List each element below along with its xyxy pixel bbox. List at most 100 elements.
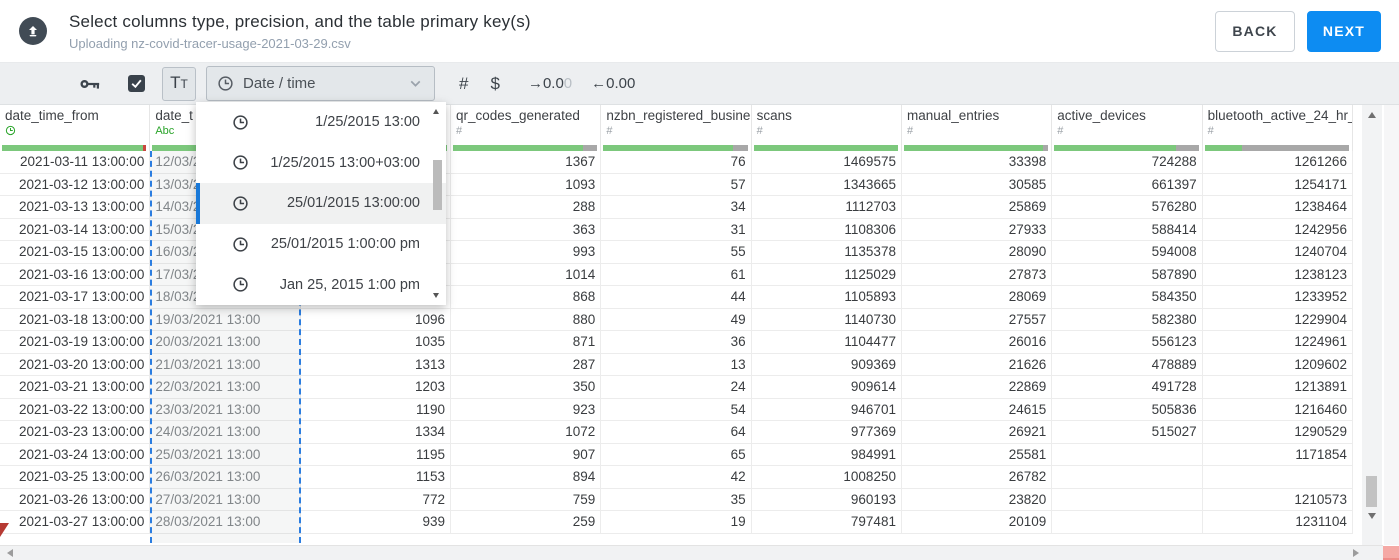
increase-precision-button[interactable]: →0.00 <box>528 75 572 92</box>
cell-nzbn_registered_busine[interactable]: 54 <box>601 398 752 420</box>
cell-date_time_from[interactable]: 2021-03-25 13:00:00 <box>0 466 151 488</box>
cell-date_time_from[interactable]: 2021-03-19 13:00:00 <box>0 331 151 353</box>
cell-bluetooth_active_24_hr_[interactable]: 1254171 <box>1203 173 1353 195</box>
cell-col2[interactable]: 772 <box>301 488 451 510</box>
column-header-date_time_from[interactable]: date_time_from <box>0 105 151 151</box>
cell-bluetooth_active_24_hr_[interactable] <box>1203 466 1353 488</box>
dropdown-scroll-up-icon[interactable] <box>433 109 439 114</box>
cell-active_devices[interactable]: 576280 <box>1052 196 1203 218</box>
scroll-up-arrow-icon[interactable] <box>1368 112 1376 118</box>
cell-date_time_from[interactable]: 2021-03-24 13:00:00 <box>0 443 151 465</box>
cell-nzbn_registered_busine[interactable]: 44 <box>601 286 752 308</box>
cell-date_t[interactable]: 20/03/2021 13:00 <box>150 331 301 353</box>
cell-manual_entries[interactable]: 25869 <box>902 196 1053 218</box>
cell-active_devices[interactable]: 582380 <box>1052 308 1203 330</box>
cell-col2[interactable]: 1313 <box>301 353 451 375</box>
column-header-scans[interactable]: scans # <box>752 105 902 151</box>
cell-active_devices[interactable] <box>1052 466 1203 488</box>
cell-bluetooth_active_24_hr_[interactable]: 1290529 <box>1203 421 1353 443</box>
cell-nzbn_registered_busine[interactable]: 24 <box>601 376 752 398</box>
cell-date_time_from[interactable]: 2021-03-12 13:00:00 <box>0 173 151 195</box>
cell-col2[interactable]: 1195 <box>301 443 451 465</box>
vertical-scrollbar[interactable] <box>1362 105 1382 545</box>
cell-manual_entries[interactable]: 27933 <box>902 218 1053 240</box>
dropdown-scroll-down-icon[interactable] <box>433 293 439 298</box>
cell-manual_entries[interactable]: 30585 <box>902 173 1053 195</box>
cell-scans[interactable]: 960193 <box>752 488 902 510</box>
cell-qr_codes_generated[interactable]: 868 <box>451 286 602 308</box>
cell-date_time_from[interactable]: 2021-03-18 13:00:00 <box>0 308 151 330</box>
cell-date_t[interactable]: 26/03/2021 13:00 <box>150 466 301 488</box>
column-header-manual_entries[interactable]: manual_entries # <box>902 105 1053 151</box>
cell-manual_entries[interactable]: 27873 <box>902 263 1053 285</box>
primary-key-icon[interactable] <box>79 73 101 95</box>
cell-active_devices[interactable]: 661397 <box>1052 173 1203 195</box>
cell-manual_entries[interactable]: 26016 <box>902 331 1053 353</box>
cell-qr_codes_generated[interactable]: 1093 <box>451 173 602 195</box>
cell-date_time_from[interactable]: 2021-03-14 13:00:00 <box>0 218 151 240</box>
cell-qr_codes_generated[interactable]: 993 <box>451 241 602 263</box>
format-option[interactable]: Jan 25, 2015 1:00 pm <box>196 264 446 305</box>
cell-manual_entries[interactable]: 28069 <box>902 286 1053 308</box>
cell-scans[interactable]: 1008250 <box>752 466 902 488</box>
scroll-down-arrow-icon[interactable] <box>1368 513 1376 519</box>
horizontal-scrollbar[interactable] <box>0 545 1383 560</box>
cell-col2[interactable]: 1190 <box>301 398 451 420</box>
cell-nzbn_registered_busine[interactable]: 34 <box>601 196 752 218</box>
cell-date_time_from[interactable]: 2021-03-26 13:00:00 <box>0 488 151 510</box>
cell-active_devices[interactable]: 505836 <box>1052 398 1203 420</box>
cell-bluetooth_active_24_hr_[interactable]: 1213891 <box>1203 376 1353 398</box>
cell-qr_codes_generated[interactable]: 880 <box>451 308 602 330</box>
cell-date_time_from[interactable]: 2021-03-22 13:00:00 <box>0 398 151 420</box>
cell-qr_codes_generated[interactable]: 894 <box>451 466 602 488</box>
text-type-button[interactable]: TT <box>162 66 196 101</box>
cell-date_time_from[interactable]: 2021-03-13 13:00:00 <box>0 196 151 218</box>
boolean-type-checkbox[interactable] <box>128 75 145 92</box>
cell-active_devices[interactable]: 478889 <box>1052 353 1203 375</box>
cell-date_time_from[interactable]: 2021-03-20 13:00:00 <box>0 353 151 375</box>
cell-bluetooth_active_24_hr_[interactable]: 1171854 <box>1203 443 1353 465</box>
cell-scans[interactable]: 909369 <box>752 353 902 375</box>
cell-date_t[interactable]: 23/03/2021 13:00 <box>150 398 301 420</box>
cell-manual_entries[interactable]: 22869 <box>902 376 1053 398</box>
cell-scans[interactable]: 1140730 <box>752 308 902 330</box>
cell-date_t[interactable]: 22/03/2021 13:00 <box>150 376 301 398</box>
cell-bluetooth_active_24_hr_[interactable]: 1209602 <box>1203 353 1353 375</box>
cell-scans[interactable]: 797481 <box>752 511 902 533</box>
cell-nzbn_registered_busine[interactable]: 42 <box>601 466 752 488</box>
cell-scans[interactable]: 1469575 <box>752 151 902 173</box>
cell-bluetooth_active_24_hr_[interactable]: 1229904 <box>1203 308 1353 330</box>
cell-active_devices[interactable]: 556123 <box>1052 331 1203 353</box>
cell-qr_codes_generated[interactable]: 288 <box>451 196 602 218</box>
cell-active_devices[interactable]: 594008 <box>1052 241 1203 263</box>
cell-qr_codes_generated[interactable]: 1014 <box>451 263 602 285</box>
cell-nzbn_registered_busine[interactable]: 76 <box>601 151 752 173</box>
cell-nzbn_registered_busine[interactable]: 65 <box>601 443 752 465</box>
cell-nzbn_registered_busine[interactable]: 19 <box>601 511 752 533</box>
cell-scans[interactable]: 1112703 <box>752 196 902 218</box>
format-option[interactable]: 1/25/2015 13:00+03:00 <box>196 143 446 184</box>
cell-date_time_from[interactable]: 2021-03-23 13:00:00 <box>0 421 151 443</box>
cell-active_devices[interactable]: 491728 <box>1052 376 1203 398</box>
scroll-right-arrow-icon[interactable] <box>1353 549 1359 557</box>
cell-date_time_from[interactable]: 2021-03-11 13:00:00 <box>0 151 151 173</box>
cell-nzbn_registered_busine[interactable]: 57 <box>601 173 752 195</box>
cell-date_time_from[interactable]: 2021-03-21 13:00:00 <box>0 376 151 398</box>
cell-qr_codes_generated[interactable]: 759 <box>451 488 602 510</box>
cell-active_devices[interactable]: 724288 <box>1052 151 1203 173</box>
decrease-precision-button[interactable]: ←0.00 <box>591 75 635 92</box>
cell-nzbn_registered_busine[interactable]: 55 <box>601 241 752 263</box>
next-button[interactable]: NEXT <box>1307 10 1381 52</box>
scroll-left-arrow-icon[interactable] <box>7 549 13 557</box>
integer-type-button[interactable]: # <box>459 74 468 94</box>
cell-scans[interactable]: 1125029 <box>752 263 902 285</box>
cell-qr_codes_generated[interactable]: 363 <box>451 218 602 240</box>
cell-active_devices[interactable]: 587890 <box>1052 263 1203 285</box>
cell-col2[interactable]: 1153 <box>301 466 451 488</box>
cell-qr_codes_generated[interactable]: 287 <box>451 353 602 375</box>
vertical-scroll-thumb[interactable] <box>1366 476 1377 507</box>
cell-bluetooth_active_24_hr_[interactable]: 1242956 <box>1203 218 1353 240</box>
cell-qr_codes_generated[interactable]: 923 <box>451 398 602 420</box>
cell-col2[interactable]: 1203 <box>301 376 451 398</box>
cell-bluetooth_active_24_hr_[interactable]: 1261266 <box>1203 151 1353 173</box>
